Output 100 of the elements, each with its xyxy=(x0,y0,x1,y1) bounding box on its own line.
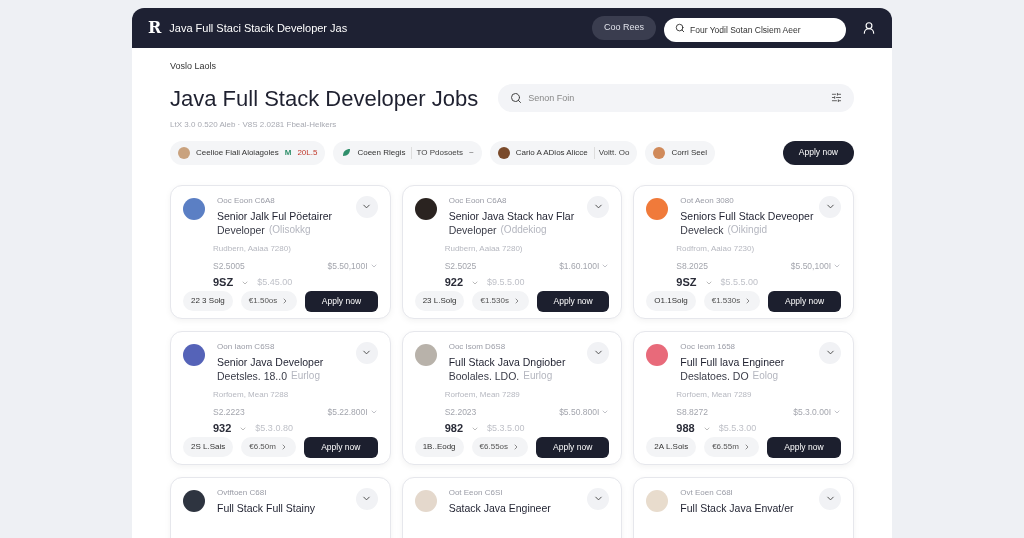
salary-label: S2.5005 xyxy=(213,259,245,273)
rating-value: 9SZ xyxy=(213,275,234,291)
expand-button[interactable] xyxy=(587,195,610,218)
job-location: Rorfoem, Mean 7288 xyxy=(213,388,290,401)
filter-label: Ceelioe Fiali Aloiagoles xyxy=(196,146,279,159)
expand-button[interactable] xyxy=(819,195,841,218)
old-price: $5.5.3.00 xyxy=(718,421,757,435)
apply-button[interactable]: Apply now xyxy=(536,290,610,312)
tag-chip: 2A L.Sois xyxy=(646,437,697,458)
job-note: Eolog xyxy=(752,368,779,383)
job-location: Rudbern, Aaiaa 7280) xyxy=(213,242,292,255)
filter-icon[interactable] xyxy=(831,92,842,103)
expand-button[interactable] xyxy=(819,341,841,364)
salary-range: $1.60.100I xyxy=(559,259,600,273)
site-title: Java Full Staci Stacik Developer Jas xyxy=(169,20,348,36)
apply-button[interactable]: Apply now xyxy=(782,140,854,165)
old-price: $5.3.5.00 xyxy=(487,421,525,435)
search-field[interactable]: Senon Foin xyxy=(498,84,854,112)
price-chip[interactable]: €6.55m xyxy=(704,437,759,458)
filter-label: Coeen Rlegis xyxy=(357,146,406,159)
salary-range: $5.3.0.00I xyxy=(793,405,831,419)
breadcrumb: Voslo Laols xyxy=(170,60,218,73)
expand-button[interactable] xyxy=(819,487,841,510)
salary-range: $5.50,100I xyxy=(327,259,368,273)
filter-chip[interactable]: Coeen Rlegis TO Pdosoets ~ xyxy=(333,140,482,165)
price-chip[interactable]: €1.530s xyxy=(472,291,529,312)
salary-label: S2.5025 xyxy=(444,259,477,273)
job-title: Seniors Full Stack Deveoper xyxy=(680,208,814,223)
filter-label: Cario A ADios Alicce xyxy=(515,146,588,159)
expand-button[interactable] xyxy=(355,487,378,510)
job-note: Eurlog xyxy=(291,368,320,383)
salary-label: S2.2223 xyxy=(213,405,245,419)
expand-button[interactable] xyxy=(587,487,610,510)
job-subtitle: Develeck xyxy=(680,222,724,237)
expand-button[interactable] xyxy=(355,341,378,364)
job-location: Rorfoem, Mean 7289 xyxy=(444,388,521,401)
job-location: Rudbern, Aaiaa 7280) xyxy=(444,242,524,255)
search-icon xyxy=(510,92,523,104)
user-icon[interactable] xyxy=(862,21,876,35)
job-note: Eurlog xyxy=(523,368,553,383)
filter-value: Voltt. Oo xyxy=(593,146,630,159)
page-heading: Java Full Stack Developer Jobs xyxy=(170,84,479,113)
job-title: Full Stack Java Dngiober xyxy=(448,354,566,369)
results-meta: LtX 3.0 0.520 Aleb · V8S 2.0281 Fbeal-Helkers xyxy=(170,118,338,131)
company-name: Ooc Ieom 1658 xyxy=(680,341,737,352)
company-name: Oot Aeon 3080 xyxy=(680,195,735,206)
tag-chip: O1.1Solg xyxy=(646,291,696,312)
job-note: (Oikingid xyxy=(727,222,767,237)
price-chip[interactable]: €6.55os xyxy=(471,437,529,458)
job-title: Full Stack Java Envat/er xyxy=(680,500,794,515)
salary-range: $5.50,100I xyxy=(790,259,831,273)
company-name: Ovt Eoen C68I xyxy=(680,487,734,498)
expand-button[interactable] xyxy=(587,341,610,364)
company-name: Oot Eeon C6SI xyxy=(448,487,504,498)
company-name: Ovtftoen C68I xyxy=(217,487,268,498)
price-chip[interactable]: €1.530s xyxy=(703,291,761,312)
job-subtitle: Developer xyxy=(448,222,497,237)
price-chip[interactable]: €6.50m xyxy=(241,437,296,458)
job-note: (Olisokkg xyxy=(268,222,311,237)
company-name: Ooc Eoon C6A8 xyxy=(448,195,508,206)
tag-chip: 1B..Eodg xyxy=(414,437,464,458)
price-chip[interactable]: €1.50os xyxy=(240,291,298,312)
apply-button[interactable]: Apply now xyxy=(766,436,841,458)
job-title: Satack Java Engineer xyxy=(448,500,551,515)
company-name: Ooc Eoon C6A8 xyxy=(217,195,276,206)
salary-range: $5.22.800I xyxy=(327,405,368,419)
old-price: $5.5.5.00 xyxy=(720,275,759,289)
job-subtitle: Developer xyxy=(217,222,265,237)
header-search-field[interactable]: Four Yodil Sotan Clsiem Aeer xyxy=(664,18,846,42)
job-location: Rorfoem, Mean 7289 xyxy=(676,388,753,401)
apply-button[interactable]: Apply now xyxy=(305,290,378,312)
apply-button[interactable]: Apply now xyxy=(303,436,378,458)
rating-value: 988 xyxy=(676,421,695,437)
salary-range: $5.50.800I xyxy=(559,405,600,419)
job-subtitle: Deslatoes. DO xyxy=(680,368,749,383)
old-price: $5.45.00 xyxy=(257,275,293,289)
salary-label: S8.8272 xyxy=(676,405,708,419)
filter-tag: M xyxy=(284,146,292,159)
filter-chip[interactable]: Ceelioe Fiali Aloiagoles M 20L.5 xyxy=(170,140,326,165)
apply-button[interactable]: Apply now xyxy=(536,436,610,458)
tag-chip: 23 L.Solg xyxy=(414,291,465,312)
job-note: (Oddekiog xyxy=(500,222,547,237)
expand-button[interactable] xyxy=(355,195,378,218)
apply-button[interactable]: Apply now xyxy=(768,290,841,312)
rating-value: 932 xyxy=(213,421,232,437)
filter-chip[interactable]: Corri Seel xyxy=(645,140,715,165)
rating-value: 982 xyxy=(444,421,463,437)
job-title: Full Stack Full Stainy xyxy=(217,500,316,515)
header-button[interactable]: Coo Rees xyxy=(591,16,656,40)
old-price: $5.3.0.80 xyxy=(255,421,293,435)
search-icon xyxy=(675,23,685,33)
old-price: $9.5.5.00 xyxy=(487,275,525,289)
company-name: Oon Iaom C6S8 xyxy=(217,341,276,352)
logo[interactable]: R xyxy=(148,16,162,40)
tag-chip: 22 3 Solg xyxy=(183,291,233,312)
rating-value: 9SZ xyxy=(676,275,697,291)
rating-value: 922 xyxy=(444,275,463,291)
salary-label: S2.2023 xyxy=(444,405,477,419)
salary-label: S8.2025 xyxy=(676,259,708,273)
filter-chip[interactable]: Cario A ADios Alicce Voltt. Oo xyxy=(489,140,638,165)
